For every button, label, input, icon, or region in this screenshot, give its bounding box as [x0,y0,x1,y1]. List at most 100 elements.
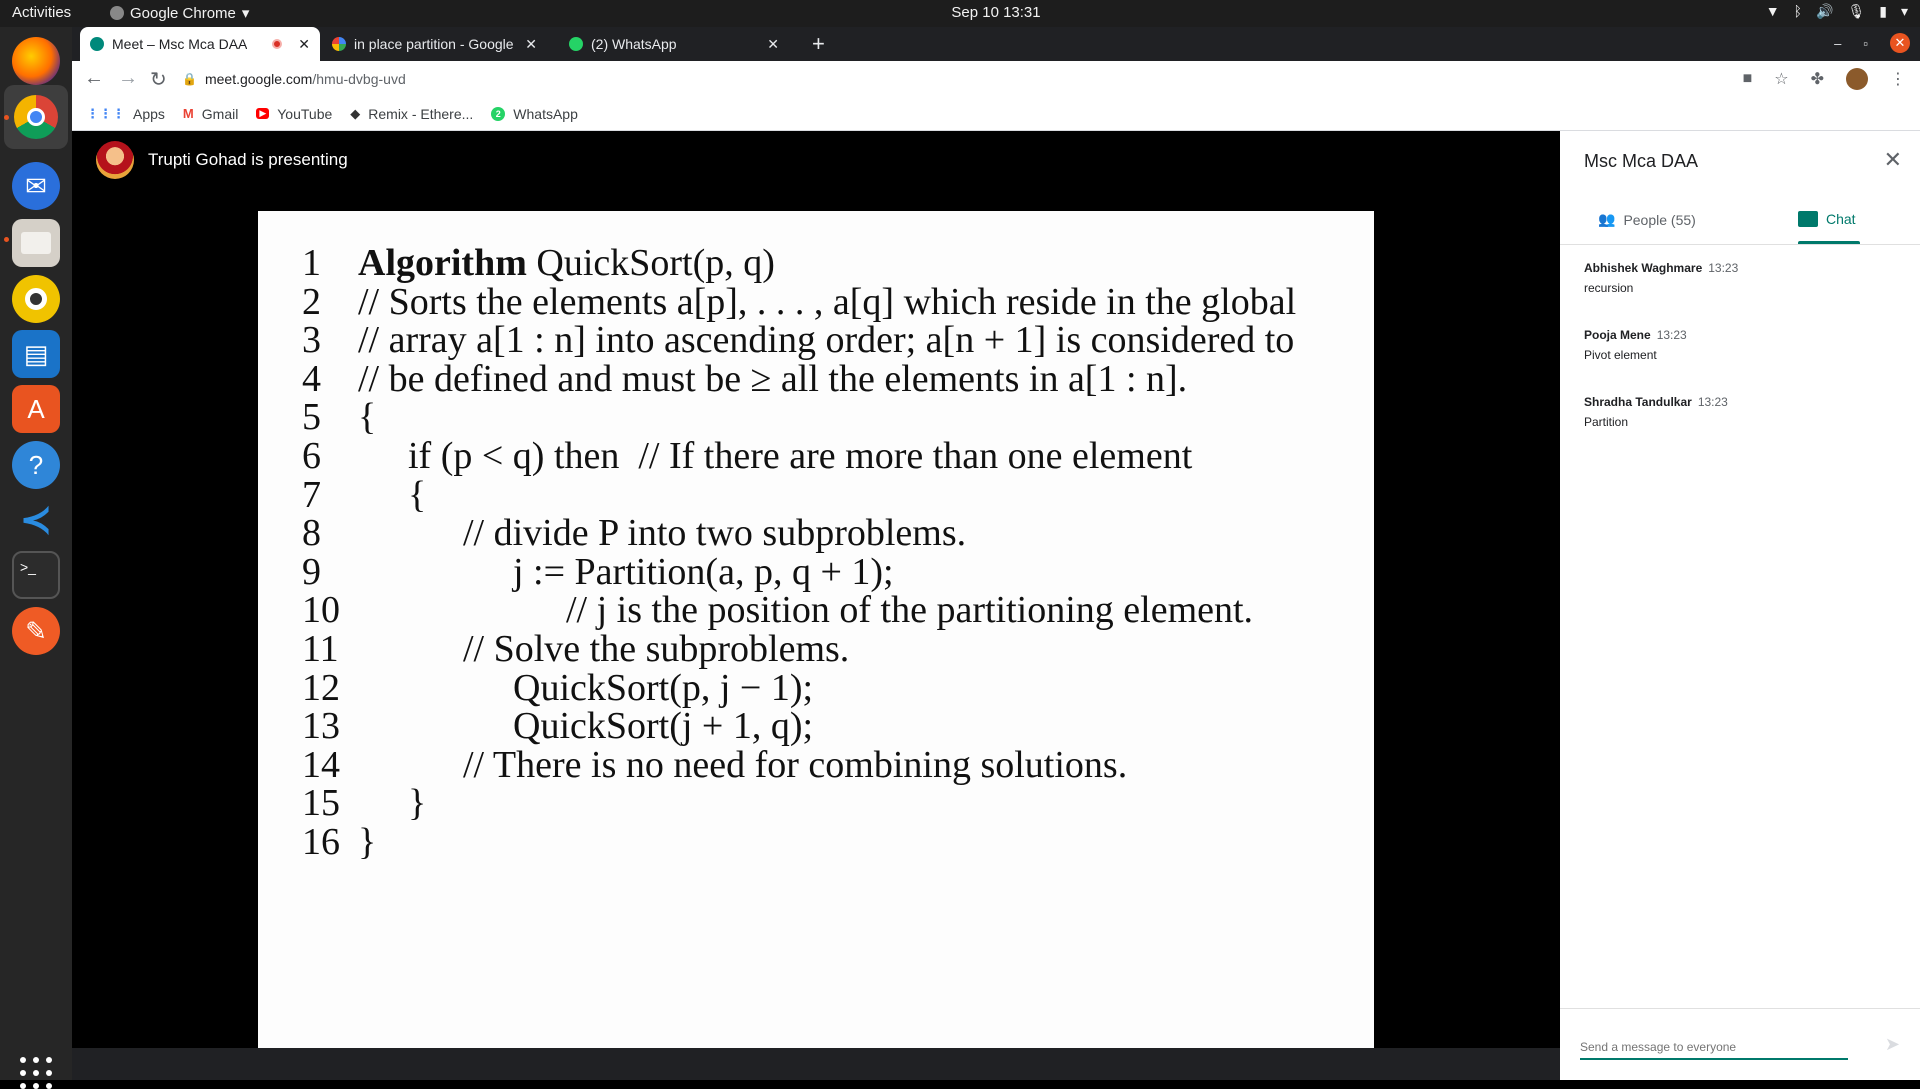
chrome-icon [14,95,58,139]
presenter-text: Trupti Gohad is presenting [148,150,348,169]
apps-grid-icon: ⋮⋮⋮ [86,105,125,121]
tab-chat[interactable]: Chat [1798,211,1856,227]
chat-panel: Msc Mca DAA ✕ 👥 People (55) Chat Abhishe… [1560,131,1920,1080]
presenter-banner: Trupti Gohad is presenting [96,141,348,179]
tab-title: Meet – Msc Mca DAA [112,36,248,52]
meet-stage: Trupti Gohad is presenting 1 Algorithm Qu… [72,131,1560,1080]
chat-message-input[interactable] [1580,1036,1848,1060]
shared-screen-slide: 1 Algorithm QuickSort(p, q) 2// Sorts the … [258,211,1374,1049]
message-body: recursion [1584,281,1634,295]
bookmark-remix[interactable]: ◆ Remix - Ethere... [350,106,473,122]
microphone-icon: 🎙 [1847,3,1866,19]
gmail-icon: M [182,106,194,121]
rhythmbox-icon[interactable] [12,275,60,323]
youtube-icon: ▶ [256,108,270,119]
vscode-icon[interactable]: ≺ [12,496,60,544]
meet-favicon-icon [90,37,104,51]
people-icon: 👥 [1598,211,1616,227]
system-tray[interactable]: ▼ ᛒ 🔊 🎙 ▮ ▾ [1766,3,1908,20]
message-sender: Shradha Tandulkar [1584,395,1692,409]
camera-icon[interactable]: ■ [1743,70,1753,88]
battery-icon: ▮ [1879,3,1887,19]
forward-arrow-icon[interactable]: → [118,67,138,90]
line-text: } [358,821,377,863]
back-arrow-icon[interactable]: ← [84,67,104,90]
presenter-avatar [96,141,134,179]
chrome-dock-item[interactable] [4,85,68,149]
chevron-down-icon: ▾ [1900,3,1908,19]
tab-people[interactable]: 👥 People (55) [1598,211,1696,228]
bookmark-label: WhatsApp [513,105,578,122]
whatsapp-favicon-icon [569,37,583,51]
firefox-icon[interactable] [12,37,60,85]
chat-message: Abhishek Waghmare 13:23 recursion [1584,261,1738,295]
close-icon[interactable]: ✕ [1884,147,1902,173]
tab-chat-label: Chat [1826,211,1856,227]
clock[interactable]: Sep 10 13:31 [0,4,1920,21]
extensions-icon[interactable]: ✤ [1811,69,1824,89]
chat-message: Pooja Mene 13:23 Pivot element [1584,328,1687,362]
minimize-icon[interactable]: – [1834,36,1841,51]
files-icon[interactable] [12,219,60,267]
bookmark-star-icon[interactable]: ☆ [1774,69,1788,89]
message-time: 13:23 [1656,328,1687,342]
recording-icon [272,39,283,49]
tab-whatsapp[interactable]: (2) WhatsApp ✕ [559,27,789,61]
message-body: Pivot element [1584,348,1657,362]
profile-avatar[interactable] [1846,68,1868,90]
close-tab-icon[interactable]: ✕ [767,36,779,53]
tab-google-search[interactable]: in place partition - Google ✕ [322,27,547,61]
tab-strip: Meet – Msc Mca DAA ✕ in place partition … [72,27,1920,61]
bookmark-label: Gmail [201,105,239,122]
show-applications-icon[interactable] [20,1057,52,1089]
window-controls: – ▫ ✕ [1834,33,1910,53]
chat-message: Shradha Tandulkar 13:23 Partition [1584,395,1728,429]
running-indicator [4,115,9,120]
meet-bottom-strip [72,1048,1560,1080]
line-number: 16 [302,821,340,863]
thunderbird-icon[interactable]: ✉ [12,162,60,210]
postman-icon[interactable]: ✎ [12,607,60,655]
bookmarks-bar: ⋮⋮⋮ Apps M Gmail ▶ YouTube ◆ Remix - Eth… [72,97,1920,131]
more-menu-icon[interactable]: ⋮ [1890,69,1906,89]
new-tab-icon[interactable]: + [812,31,825,57]
address-bar[interactable]: 🔒 meet.google.com /hmu-dvbg-uvd [182,65,1822,93]
help-icon[interactable]: ? [12,441,60,489]
chat-icon [1798,211,1818,227]
bookmark-gmail[interactable]: M Gmail [183,106,238,122]
algorithm-line: 16} [258,818,1374,866]
message-time: 13:23 [1708,261,1739,275]
reload-icon[interactable]: ↻ [150,67,167,92]
close-tab-icon[interactable]: ✕ [298,36,310,53]
software-icon[interactable]: A [12,385,60,433]
message-body: Partition [1584,415,1629,429]
close-tab-icon[interactable]: ✕ [525,36,537,53]
running-indicator [4,237,9,242]
send-icon[interactable]: ➤ [1885,1034,1900,1055]
bookmark-whatsapp[interactable]: 2 WhatsApp [491,106,578,122]
bluetooth-icon: ᛒ [1793,3,1803,19]
message-sender: Abhishek Waghmare [1584,261,1703,275]
writer-icon[interactable]: ▤ [12,330,60,378]
gnome-top-bar: Activities Google Chrome ▾ Sep 10 13:31 … [0,0,1920,27]
divider [1560,1008,1920,1009]
remix-icon: ◆ [350,105,361,121]
whatsapp-icon: 2 [491,106,506,121]
url-host: meet.google.com [204,71,313,87]
message-sender: Pooja Mene [1584,328,1651,342]
wifi-icon: ▼ [1765,3,1780,19]
url-path: /hmu-dvbg-uvd [312,71,406,87]
tab-people-label: People (55) [1623,211,1696,228]
panel-title: Msc Mca DAA [1584,151,1699,171]
toolbar-actions: ■ ☆ ✤ ⋮ [1743,68,1906,90]
google-favicon-icon [332,37,346,51]
divider [1560,244,1920,245]
restore-icon[interactable]: ▫ [1863,36,1868,51]
bookmark-apps[interactable]: ⋮⋮⋮ Apps [86,106,165,122]
bookmark-youtube[interactable]: ▶ YouTube [256,106,332,122]
dock: ✉ ▤ A ? ≺ >_ ✎ [0,27,72,1089]
tab-meet[interactable]: Meet – Msc Mca DAA ✕ [80,27,320,61]
close-window-icon[interactable]: ✕ [1890,33,1910,53]
tab-title: in place partition - Google [354,36,514,52]
terminal-icon[interactable]: >_ [12,551,60,599]
